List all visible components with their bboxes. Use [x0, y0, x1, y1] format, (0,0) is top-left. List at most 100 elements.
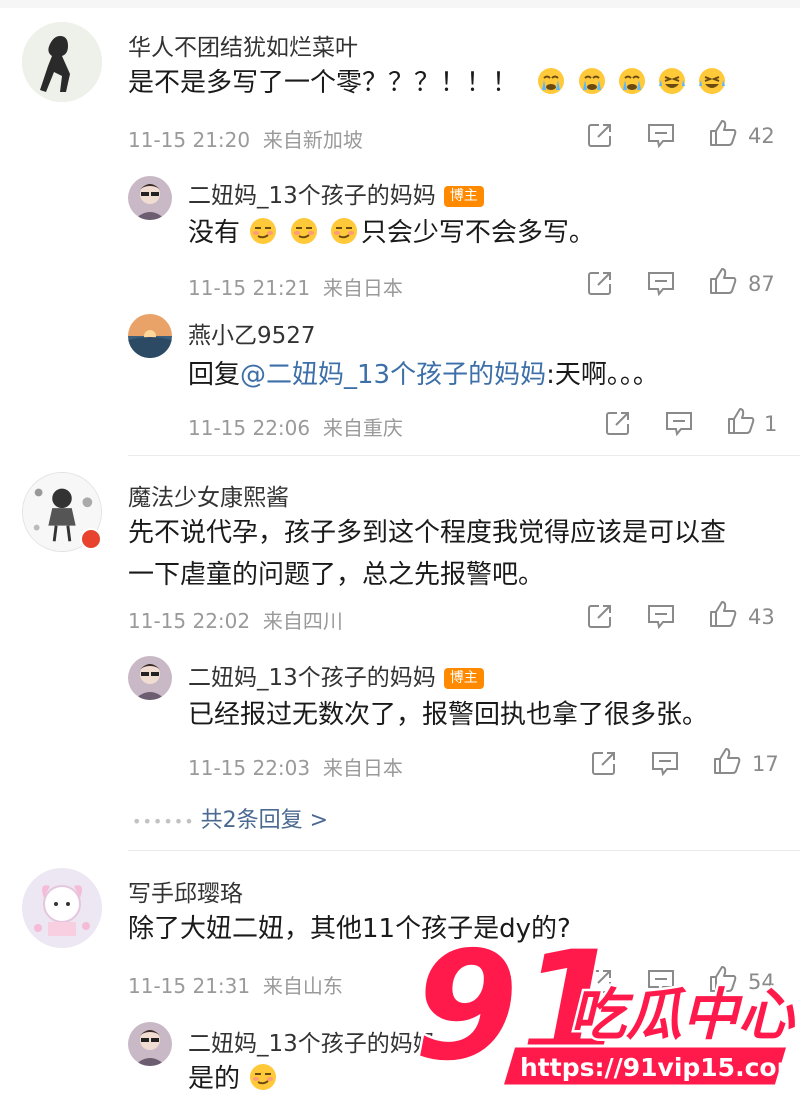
share-button[interactable]	[586, 121, 614, 149]
like-icon	[728, 408, 755, 434]
avatar[interactable]	[128, 656, 172, 700]
comment-button[interactable]	[646, 269, 676, 297]
reply-text-content: 是的	[188, 1064, 241, 1094]
dots-icon: ••••••	[132, 812, 195, 831]
comment-button[interactable]	[650, 749, 680, 777]
author-badge: 博主	[443, 186, 484, 207]
laughing-emoji	[659, 68, 686, 94]
comment-meta: 11-15 22:02 来自四川	[128, 605, 343, 634]
crying-emoji	[538, 68, 565, 94]
like-count: 43	[748, 605, 775, 629]
watermark-title: 吃瓜中心	[570, 983, 796, 1048]
comment-meta: 11-15 21:20 来自新加坡	[128, 124, 363, 153]
comment-divider	[128, 850, 800, 851]
share-icon	[588, 124, 611, 147]
verified-badge-icon	[80, 528, 102, 550]
share-icon	[588, 605, 611, 628]
reply-time: 11-15 21:21	[188, 276, 311, 300]
like-button[interactable]	[726, 406, 756, 436]
watermark-url: https://91vip15.com	[520, 1053, 800, 1082]
reply-text: 已经报过无数次了，报警回执也拿了很多张。	[188, 700, 709, 730]
reply-author[interactable]: 燕小乙9527	[188, 316, 316, 350]
comment-icon	[666, 412, 692, 437]
share-button[interactable]	[586, 602, 614, 630]
reply-text-content: 只会少写不会多写。	[360, 218, 595, 248]
like-icon	[710, 601, 737, 627]
share-icon	[588, 272, 611, 295]
reply-text-prefix: 没有	[188, 218, 241, 248]
reply-meta: 11-15 22:03 来自日本	[188, 752, 403, 781]
like-count: 17	[752, 752, 779, 776]
more-replies-link[interactable]: •••••• 共2条回复 >	[132, 802, 328, 834]
comment-author[interactable]: 写手邱璎珞	[128, 874, 243, 908]
comment-button[interactable]	[646, 121, 676, 149]
emoji-group	[536, 68, 729, 98]
comment-button[interactable]	[664, 409, 694, 437]
reply-author-name[interactable]: 二妞妈_13个孩子的妈妈	[188, 665, 436, 691]
like-icon	[710, 120, 737, 146]
avatar[interactable]	[128, 176, 172, 220]
comment-icon	[648, 605, 674, 630]
like-button[interactable]	[708, 118, 738, 148]
comment-text: 是不是多写了一个零？？？！！！	[128, 60, 729, 106]
like-button[interactable]	[708, 266, 738, 296]
comment-meta: 11-15 21:31 来自山东	[128, 970, 343, 999]
share-button[interactable]	[604, 409, 632, 437]
like-count: 42	[748, 124, 775, 148]
comment-icon	[652, 752, 678, 777]
reply-location: 来自日本	[322, 276, 403, 300]
like-button[interactable]	[712, 746, 742, 776]
like-icon	[714, 748, 741, 774]
avatar[interactable]	[128, 314, 172, 358]
laughing-emoji	[699, 68, 726, 94]
comment-button[interactable]	[646, 602, 676, 630]
watermark-logo: 91 吃瓜中心 https://91vip15.com	[410, 918, 800, 1100]
comment-time: 11-15 22:02	[128, 609, 251, 633]
like-button[interactable]	[708, 599, 738, 629]
smirk-emoji	[250, 1064, 277, 1090]
comment-text-line2: 一下虐童的问题了，总之先报警吧。	[128, 560, 545, 590]
smirk-emoji	[330, 218, 357, 244]
more-replies-label[interactable]: 共2条回复 >	[201, 808, 328, 833]
reply-time: 11-15 22:06	[188, 416, 311, 440]
reply-text: 是的	[188, 1056, 280, 1102]
reply-text-content: :天啊。。。	[546, 360, 659, 390]
comment-author[interactable]: 华人不团结犹如烂菜叶	[128, 28, 358, 62]
reply-author[interactable]: 二妞妈_13个孩子的妈妈 博主	[188, 658, 484, 692]
reply-meta: 11-15 22:06 来自重庆	[188, 412, 403, 441]
like-icon	[710, 268, 737, 294]
reply-author-name[interactable]: 二妞妈_13个孩子的妈妈	[188, 183, 436, 209]
like-count: 1	[764, 412, 778, 436]
comment-location: 来自新加坡	[262, 128, 363, 152]
comment-text-line1: 先不说代孕，孩子多到这个程度我觉得应该是可以查	[128, 518, 727, 548]
comment-location: 来自四川	[262, 609, 343, 633]
avatar[interactable]	[128, 1022, 172, 1066]
reply-location: 来自日本	[322, 756, 403, 780]
crying-emoji	[618, 68, 645, 94]
author-badge: 博主	[443, 668, 484, 689]
crying-emoji	[578, 68, 605, 94]
smirk-emoji	[250, 218, 277, 244]
share-button[interactable]	[586, 269, 614, 297]
share-button[interactable]	[590, 749, 618, 777]
avatar[interactable]	[22, 868, 102, 948]
reply-time: 11-15 22:03	[188, 756, 311, 780]
reply-location: 来自重庆	[322, 416, 403, 440]
avatar[interactable]	[22, 22, 102, 102]
comment-icon	[648, 124, 674, 149]
mention-link[interactable]: @二妞妈_13个孩子的妈妈	[240, 360, 546, 390]
reply-text-prefix: 回复	[188, 360, 241, 390]
share-icon	[592, 752, 615, 775]
comment-time: 11-15 21:31	[128, 974, 251, 998]
comment-divider	[128, 455, 800, 456]
like-count: 87	[748, 272, 775, 296]
top-divider	[0, 0, 800, 8]
reply-author[interactable]: 二妞妈_13个孩子的妈妈 博主	[188, 176, 484, 210]
comment-author[interactable]: 魔法少女康熙酱	[128, 478, 289, 512]
reply-text: 回复@二妞妈_13个孩子的妈妈:天啊。。。	[188, 352, 659, 398]
comment-location: 来自山东	[262, 974, 343, 998]
comment-icon	[648, 272, 674, 297]
comment-time: 11-15 21:20	[128, 128, 251, 152]
share-icon	[606, 412, 629, 435]
reply-author[interactable]: 二妞妈_13个孩子的妈妈	[188, 1024, 436, 1058]
